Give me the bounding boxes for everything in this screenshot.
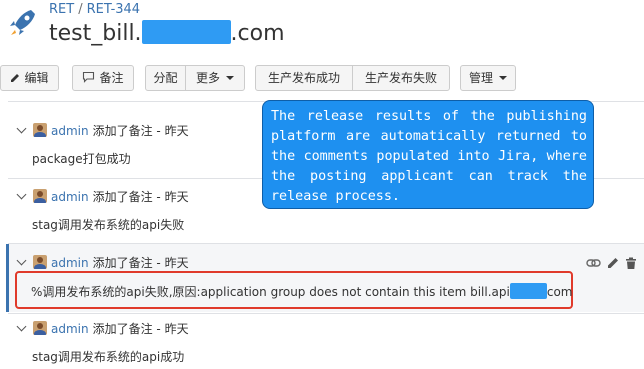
chevron-down-icon[interactable]: [16, 189, 27, 200]
user-link[interactable]: admin: [51, 124, 89, 138]
link-icon[interactable]: [586, 259, 601, 267]
comment-body: stag调用发布系统的api成功: [32, 350, 185, 364]
activity-entry-header: admin 添加了备注 - 昨天: [16, 122, 189, 140]
comment-icon: [83, 71, 95, 83]
avatar: [33, 189, 47, 203]
admin-label: 管理: [468, 71, 493, 85]
assign-button[interactable]: 分配: [145, 65, 186, 91]
breadcrumb: RET / RET-344: [49, 2, 140, 17]
avatar: [33, 123, 47, 137]
chevron-down-icon[interactable]: [16, 321, 27, 332]
chevron-down-icon[interactable]: [16, 123, 27, 134]
trash-icon[interactable]: [626, 257, 636, 270]
chevron-down-icon: [499, 76, 507, 80]
comment-body: package打包成功: [32, 152, 131, 166]
rocket-icon: [6, 6, 38, 40]
release-fail-button[interactable]: 生产发布失败: [352, 65, 450, 91]
breadcrumb-separator: /: [78, 2, 83, 17]
pencil-icon: [11, 74, 20, 82]
redaction-block: [141, 20, 231, 44]
edit-button[interactable]: 编辑: [0, 65, 59, 91]
edit-label: 编辑: [24, 71, 49, 85]
annotation-callout: The release results of the publishing pl…: [262, 100, 594, 209]
user-link[interactable]: admin: [51, 322, 89, 336]
comment-body: stag调用发布系统的api失败: [32, 218, 185, 232]
release-success-button[interactable]: 生产发布成功: [255, 65, 353, 91]
comment-button[interactable]: 备注: [72, 65, 134, 91]
avatar: [33, 321, 47, 335]
more-dropdown[interactable]: 更多: [185, 65, 245, 91]
activity-entry-header: admin 添加了备注 - 昨天: [16, 254, 189, 272]
error-text: %调用发布系统的api失败,原因:application group does …: [31, 285, 510, 299]
activity-entry-header: admin 添加了备注 - 昨天: [16, 320, 189, 338]
release-success-label: 生产发布成功: [267, 71, 340, 85]
assign-label: 分配: [153, 71, 178, 85]
divider: [8, 313, 644, 314]
redaction-block: [509, 283, 547, 299]
more-label: 更多: [195, 71, 220, 85]
focused-entry-marker: [6, 244, 9, 312]
release-fail-label: 生产发布失败: [364, 71, 437, 85]
entry-action: 添加了备注 - 昨天: [92, 190, 189, 204]
entry-action: 添加了备注 - 昨天: [92, 256, 189, 270]
chevron-down-icon: [226, 76, 234, 80]
comment-label: 备注: [99, 71, 124, 85]
comment-tools: [586, 257, 636, 270]
breadcrumb-project-link[interactable]: RET: [49, 2, 74, 17]
title-suffix: .com: [230, 21, 285, 46]
error-text-suffix: com: [546, 285, 573, 299]
breadcrumb-issue-link[interactable]: RET-344: [87, 2, 141, 17]
admin-dropdown[interactable]: 管理: [460, 65, 516, 91]
activity-entry-header: admin 添加了备注 - 昨天: [16, 188, 189, 206]
pencil-icon[interactable]: [608, 258, 618, 268]
title-prefix: test_bill.: [49, 21, 142, 46]
user-link[interactable]: admin: [51, 256, 89, 270]
comment-body-error: %调用发布系统的api失败,原因:application group does …: [31, 283, 573, 301]
entry-action: 添加了备注 - 昨天: [92, 322, 189, 336]
chevron-down-icon[interactable]: [16, 255, 27, 266]
user-link[interactable]: admin: [51, 190, 89, 204]
avatar: [33, 255, 47, 269]
page-title: test_bill. .com: [49, 20, 285, 48]
entry-action: 添加了备注 - 昨天: [92, 124, 189, 138]
